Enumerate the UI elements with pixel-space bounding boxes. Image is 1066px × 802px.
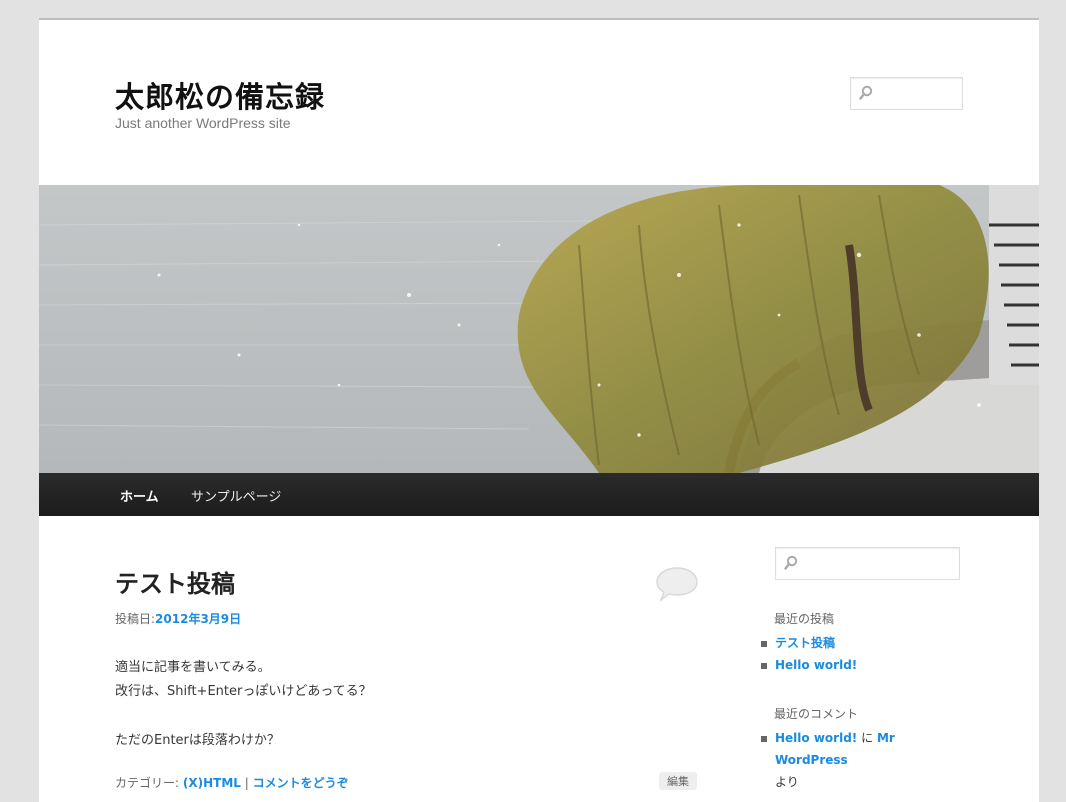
search-icon: [784, 555, 798, 575]
header-search-input[interactable]: [850, 77, 963, 110]
recent-post-link[interactable]: テスト投稿: [775, 636, 835, 650]
header-image: [39, 185, 1039, 473]
nav-item-home[interactable]: ホーム: [120, 486, 159, 505]
post-footer: カテゴリー: (X)HTML | コメントをどうぞ: [115, 774, 349, 791]
leave-comment-link[interactable]: コメントをどうぞ: [253, 776, 349, 790]
comment-connector: に: [861, 731, 874, 745]
post-body-line: ただのEnterは段落わけか？: [115, 733, 280, 748]
edit-button[interactable]: 編集: [659, 772, 697, 790]
recent-post-link[interactable]: Hello world!: [775, 658, 857, 672]
recent-comments-title: 最近のコメント: [774, 707, 859, 721]
page: 太郎松の備忘録 Just another WordPress site ホーム …: [39, 18, 1039, 802]
post-date-link[interactable]: 2012年3月9日: [155, 612, 241, 626]
category-label: カテゴリー:: [115, 776, 180, 790]
main-navigation: ホーム サンプルページ: [39, 473, 1039, 516]
comment-suffix: より: [775, 775, 799, 789]
footer-separator: |: [244, 776, 249, 790]
list-item: Hello world!: [761, 654, 857, 676]
nav-item-sample-page[interactable]: サンプルページ: [191, 486, 281, 505]
recent-posts-title: 最近の投稿: [774, 612, 835, 626]
post-date-label: 投稿日:: [115, 612, 156, 626]
recent-posts-list: テスト投稿 Hello world!: [761, 632, 857, 676]
site-description: Just another WordPress site: [115, 115, 291, 131]
post-meta: 投稿日:2012年3月9日: [115, 610, 241, 627]
post-title[interactable]: テスト投稿: [115, 564, 235, 599]
search-icon: [859, 85, 873, 105]
comment-bubble-icon[interactable]: [655, 566, 699, 606]
sidebar-search-input[interactable]: [775, 547, 960, 580]
category-link[interactable]: (X)HTML: [183, 776, 241, 790]
list-item: Hello world! に Mr WordPress より: [761, 727, 961, 793]
recent-comments-list: Hello world! に Mr WordPress より: [761, 727, 961, 793]
list-item: テスト投稿: [761, 632, 857, 654]
post-body-line: 改行は、Shift+Enterっぽいけどあってる？: [115, 684, 372, 699]
comment-post-link[interactable]: Hello world!: [775, 731, 857, 745]
site-title[interactable]: 太郎松の備忘録: [115, 74, 325, 116]
post-body-line: 適当に記事を書いてみる。: [115, 660, 271, 675]
